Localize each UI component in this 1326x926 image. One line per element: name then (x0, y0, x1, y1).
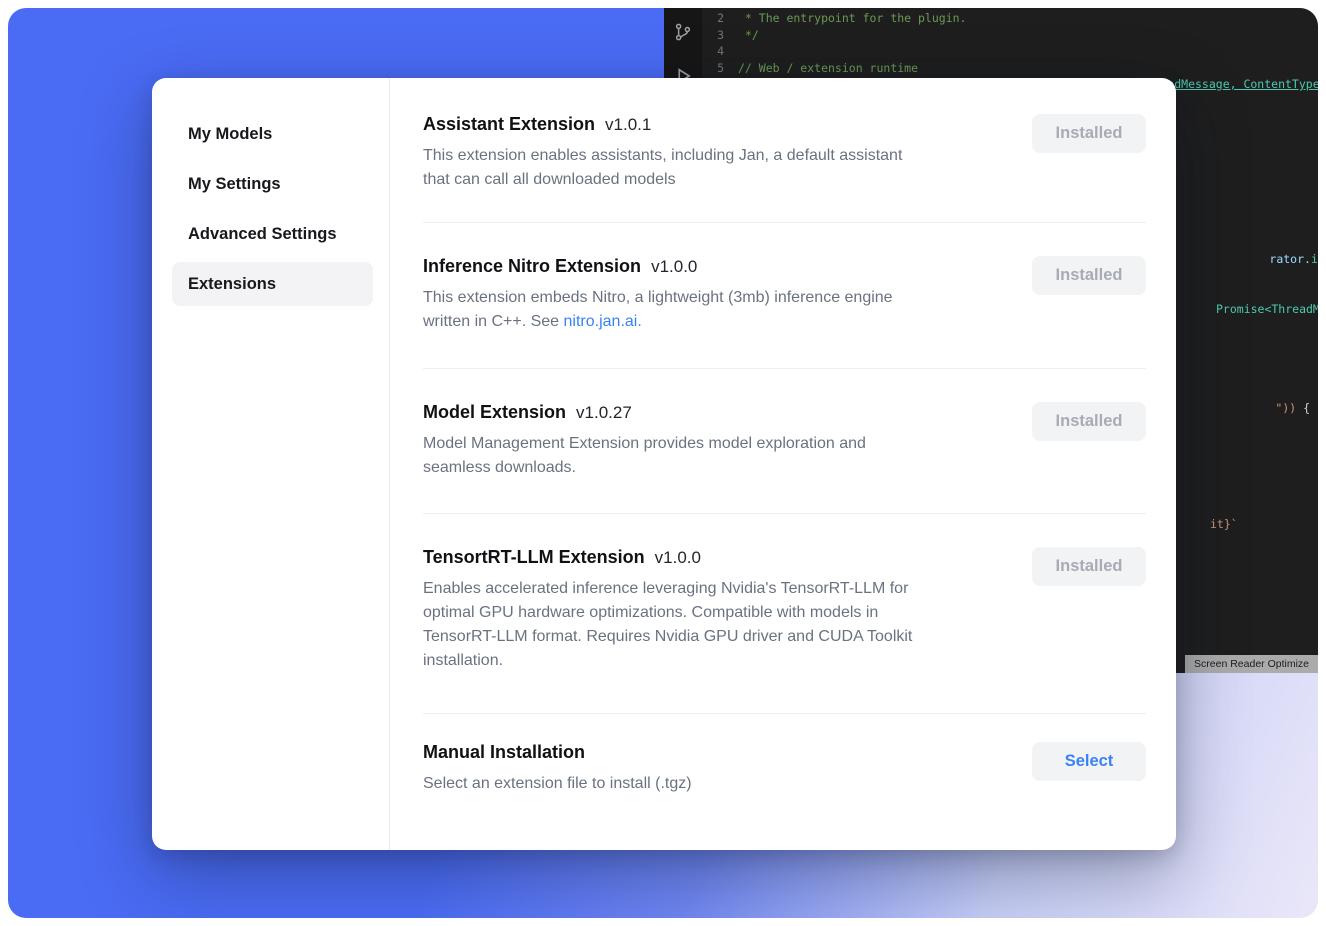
sidebar-item-my-settings[interactable]: My Settings (172, 162, 373, 206)
extension-version: v1.0.0 (655, 548, 701, 567)
code-fragment: ")) { (1220, 383, 1310, 433)
code-line: 5 // Web / extension runtime (702, 60, 1318, 77)
manual-installation-description: Select an extension file to install (.tg… (423, 772, 692, 796)
extension-row-tensorrt-llm: TensortRT-LLM Extension v1.0.0 Enables ac… (423, 514, 1146, 714)
description-text: This extension embeds Nitro, a lightweig… (423, 289, 893, 330)
line-number: 5 (702, 60, 738, 77)
code-line: 2 * The entrypoint for the plugin. (702, 10, 1318, 27)
code-text: * The entrypoint for the plugin. (738, 10, 966, 27)
nitro-jan-ai-link[interactable]: nitro.jan.ai. (564, 313, 642, 330)
sidebar-item-extensions[interactable]: Extensions (172, 262, 373, 306)
screen-reader-status-item[interactable]: Screen Reader Optimize (1185, 655, 1318, 673)
code-fragment: rator.inference(data)); (1214, 234, 1318, 284)
sidebar-item-my-models[interactable]: My Models (172, 112, 373, 156)
code-line: 4 (702, 43, 1318, 60)
manual-installation-info: Manual Installation Select an extension … (423, 742, 692, 796)
code-text: { (1296, 401, 1310, 415)
select-file-button[interactable]: Select (1032, 742, 1146, 781)
sidebar-item-label: Advanced Settings (188, 225, 337, 244)
extension-version: v1.0.27 (576, 403, 632, 422)
extension-name: Inference Nitro Extension (423, 256, 641, 276)
extension-title-line: Model Extension v1.0.27 (423, 402, 866, 423)
code-text: // Web / extension runtime (738, 60, 918, 77)
extension-description: This extension enables assistants, inclu… (423, 144, 902, 192)
extension-description: This extension embeds Nitro, a lightweig… (423, 286, 893, 334)
extension-row-assistant: Assistant Extension v1.0.1 This extension… (423, 114, 1146, 223)
settings-sidebar: My Models My Settings Advanced Settings … (152, 78, 390, 850)
installed-button[interactable]: Installed (1032, 402, 1146, 441)
sidebar-item-label: Extensions (188, 275, 276, 294)
extension-info: Inference Nitro Extension v1.0.0 This ext… (423, 256, 893, 334)
extension-row-inference-nitro: Inference Nitro Extension v1.0.0 This ext… (423, 223, 1146, 369)
code-fragment: it}` (1210, 516, 1238, 533)
code-variable: rator. (1269, 252, 1311, 266)
extension-version: v1.0.0 (651, 257, 697, 276)
extension-info: Model Extension v1.0.27 Model Management … (423, 402, 866, 480)
manual-installation-title: Manual Installation (423, 742, 585, 762)
sidebar-item-label: My Models (188, 125, 272, 144)
line-number: 4 (702, 43, 738, 60)
manual-installation-row: Manual Installation Select an extension … (423, 714, 1146, 822)
manual-installation-title-line: Manual Installation (423, 742, 692, 763)
extension-row-model: Model Extension v1.0.27 Model Management … (423, 369, 1146, 514)
extension-description: Enables accelerated inference leveraging… (423, 577, 912, 673)
installed-button[interactable]: Installed (1032, 547, 1146, 586)
extension-title-line: Assistant Extension v1.0.1 (423, 114, 902, 135)
code-string: ")) (1275, 401, 1296, 415)
code-function: inference (1311, 252, 1318, 266)
code-line: 3 */ (702, 27, 1318, 44)
app-background: 2 * The entrypoint for the plugin. 3 */ … (8, 8, 1318, 918)
line-number: 2 (702, 10, 738, 27)
extension-name: Assistant Extension (423, 114, 595, 134)
extension-info: TensortRT-LLM Extension v1.0.0 Enables ac… (423, 547, 912, 673)
extension-title-line: TensortRT-LLM Extension v1.0.0 (423, 547, 912, 568)
extension-info: Assistant Extension v1.0.1 This extension… (423, 114, 902, 192)
extensions-panel: Assistant Extension v1.0.1 This extension… (390, 78, 1176, 850)
extension-description: Model Management Extension provides mode… (423, 432, 866, 480)
sidebar-item-label: My Settings (188, 175, 281, 194)
code-text: */ (738, 27, 759, 44)
sidebar-item-advanced-settings[interactable]: Advanced Settings (172, 212, 373, 256)
settings-modal: My Models My Settings Advanced Settings … (152, 78, 1176, 850)
source-control-icon[interactable] (673, 22, 693, 42)
extension-name: Model Extension (423, 402, 566, 422)
installed-button[interactable]: Installed (1032, 114, 1146, 153)
extension-name: TensortRT-LLM Extension (423, 547, 645, 567)
code-fragment: Promise<ThreadMessage> (1216, 301, 1318, 318)
installed-button[interactable]: Installed (1032, 256, 1146, 295)
extension-title-line: Inference Nitro Extension v1.0.0 (423, 256, 893, 277)
line-number: 3 (702, 27, 738, 44)
extension-version: v1.0.1 (605, 115, 651, 134)
